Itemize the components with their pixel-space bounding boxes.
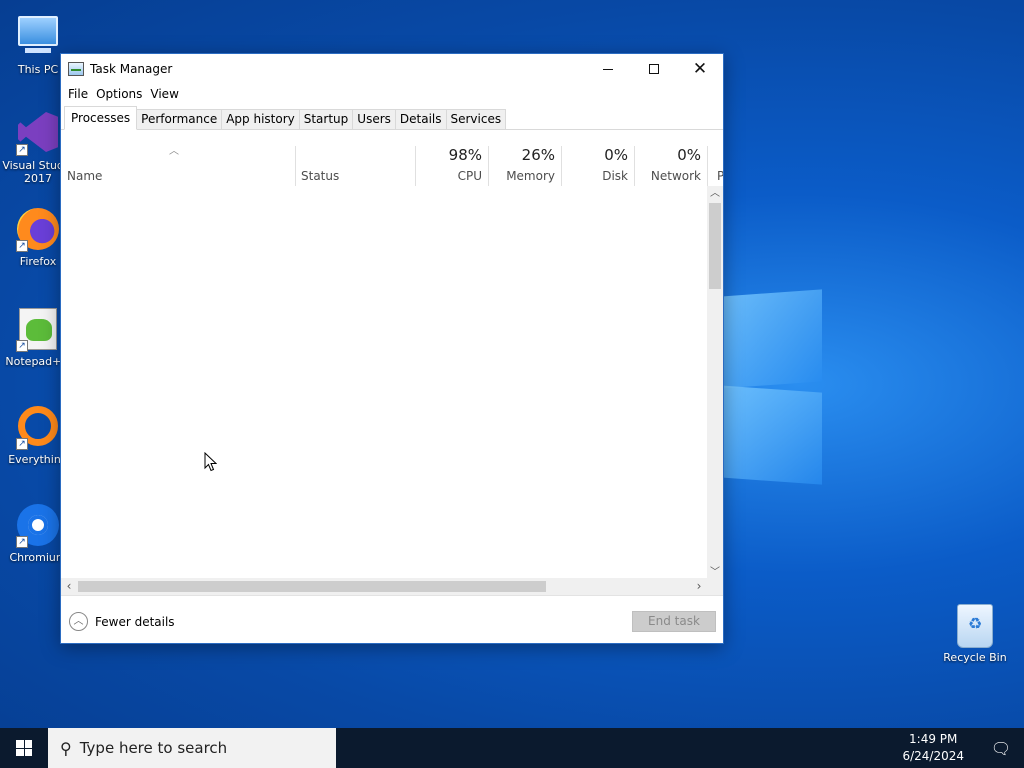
end-task-button[interactable]: End task — [632, 611, 716, 632]
mouse-cursor-icon — [204, 451, 218, 475]
task-manager-window: Task Manager ✕ File Options View Process… — [60, 53, 724, 644]
window-footer: ︿ Fewer details End task — [61, 595, 723, 643]
clock-date: 6/24/2024 — [902, 749, 964, 763]
menu-options[interactable]: Options — [92, 87, 146, 101]
chevron-up-icon: ︿ — [69, 612, 88, 631]
tab-app-history[interactable]: App history — [221, 109, 300, 129]
scroll-left-icon[interactable]: ‹ — [61, 578, 77, 595]
tab-performance[interactable]: Performance — [136, 109, 223, 129]
close-icon: ✕ — [692, 59, 708, 79]
desktop-icon-label: Recycle Bin — [943, 651, 1007, 664]
clock-time: 1:49 PM — [909, 732, 958, 746]
scroll-right-icon[interactable]: › — [691, 578, 707, 595]
vertical-scroll-thumb[interactable] — [709, 203, 721, 289]
column-power-partial[interactable]: P — [707, 146, 723, 186]
minimize-icon — [603, 68, 613, 70]
recycle-bin-icon — [953, 604, 997, 648]
horizontal-scrollbar[interactable]: ‹ › — [61, 578, 723, 595]
window-title: Task Manager — [90, 62, 173, 76]
column-memory[interactable]: 26% Memory — [488, 146, 561, 186]
menu-file[interactable]: File — [64, 87, 92, 101]
column-name-label: Name — [67, 169, 103, 183]
search-placeholder: Type here to search — [79, 739, 228, 757]
column-cpu-label: CPU — [457, 169, 482, 183]
tab-startup[interactable]: Startup — [298, 109, 354, 129]
tab-details[interactable]: Details — [394, 109, 447, 129]
windows-start-icon — [16, 740, 32, 756]
title-bar[interactable]: Task Manager ✕ — [61, 54, 723, 84]
chromium-icon: ↗ — [16, 504, 60, 548]
tab-users[interactable]: Users — [352, 109, 396, 129]
column-memory-label: Memory — [506, 169, 555, 183]
column-network[interactable]: 0% Network — [634, 146, 707, 186]
menu-view[interactable]: View — [146, 87, 182, 101]
vertical-scrollbar[interactable]: ︿ ﹀ — [707, 186, 723, 581]
column-cpu[interactable]: 98% CPU — [415, 146, 488, 186]
taskbar-search-box[interactable]: ⚲ Type here to search — [48, 728, 336, 768]
firefox-icon: ↗ — [16, 208, 60, 252]
column-status-label: Status — [301, 169, 340, 183]
action-center-button[interactable]: 🗨 — [978, 728, 1024, 768]
tab-services[interactable]: Services — [445, 109, 507, 129]
column-power-label: P — [717, 169, 723, 183]
column-disk-label: Disk — [602, 169, 628, 183]
close-button[interactable]: ✕ — [677, 54, 723, 84]
everything-search-icon: ↗ — [16, 406, 60, 450]
fewer-details-button[interactable]: ︿ Fewer details — [69, 612, 175, 631]
desktop-icon-recycle-bin[interactable]: Recycle Bin — [937, 604, 1013, 664]
notepadpp-icon: ↗ — [16, 308, 60, 352]
maximize-button[interactable] — [631, 54, 677, 84]
column-name[interactable]: Name — [61, 146, 295, 186]
computer-icon — [16, 16, 60, 60]
maximize-icon — [649, 64, 659, 74]
horizontal-scroll-thumb[interactable] — [78, 581, 546, 592]
scroll-up-icon[interactable]: ︿ — [707, 186, 723, 202]
disk-percent: 0% — [604, 146, 628, 164]
task-manager-icon — [68, 62, 84, 76]
taskbar-clock[interactable]: 1:49 PM 6/24/2024 — [902, 731, 964, 765]
column-disk[interactable]: 0% Disk — [561, 146, 634, 186]
search-icon: ⚲ — [60, 738, 72, 758]
menu-bar: File Options View — [61, 84, 723, 104]
tab-processes[interactable]: Processes — [64, 106, 138, 130]
notification-icon: 🗨 — [990, 738, 1012, 758]
process-list-header: ︿ Name Status 98% CPU 26% Memory 0% Disk… — [61, 130, 723, 187]
start-button[interactable] — [0, 728, 48, 768]
minimize-button[interactable] — [585, 54, 631, 84]
tab-strip: Processes Performance App history Startu… — [61, 104, 723, 130]
column-network-label: Network — [650, 169, 701, 183]
network-percent: 0% — [677, 146, 701, 164]
fewer-details-label: Fewer details — [95, 614, 175, 629]
process-list[interactable]: ︿ ﹀ — [61, 186, 723, 581]
memory-percent: 26% — [521, 146, 555, 164]
cpu-percent: 98% — [448, 146, 482, 164]
column-status[interactable]: Status — [295, 146, 415, 186]
visual-studio-icon: ↗ — [16, 112, 60, 156]
taskbar: ⚲ Type here to search 1:49 PM 6/24/2024 … — [0, 728, 1024, 768]
